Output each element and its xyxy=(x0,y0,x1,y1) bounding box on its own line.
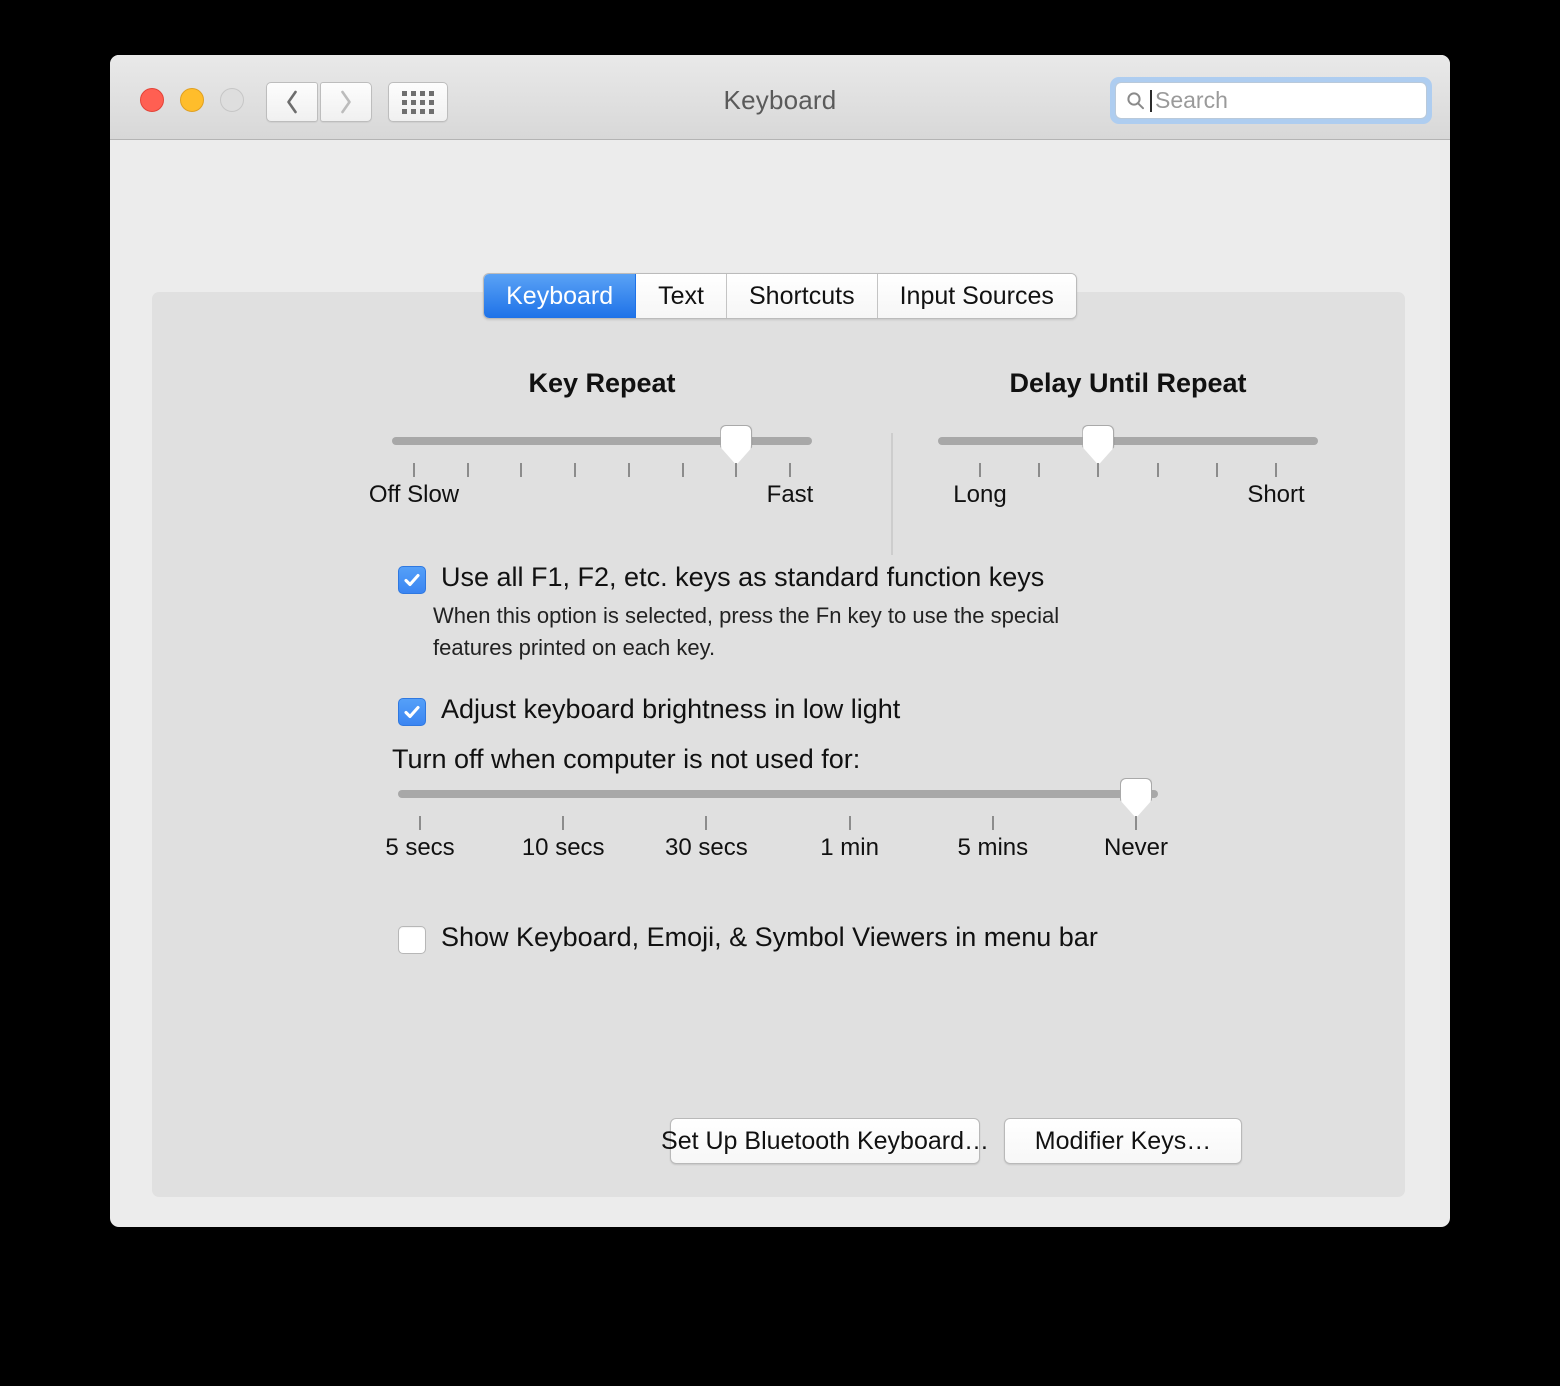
slider-tick xyxy=(1156,463,1159,477)
low-light-checkbox-row[interactable]: Adjust keyboard brightness in low light xyxy=(398,695,900,726)
fn-keys-help-line-2: features printed on each key. xyxy=(433,635,716,660)
slider-tick xyxy=(520,463,523,477)
modifier-keys-button[interactable]: Modifier Keys… xyxy=(1004,1118,1242,1164)
setup-bluetooth-keyboard-button[interactable]: Set Up Bluetooth Keyboard… xyxy=(661,1118,989,1164)
search-placeholder: Search xyxy=(1155,87,1228,113)
fn-keys-checkbox-row[interactable]: Use all F1, F2, etc. keys as standard fu… xyxy=(398,563,1044,594)
slider-tick-label: 30 secs xyxy=(665,834,748,861)
search-input[interactable]: Search xyxy=(1115,82,1427,119)
slider-tick-label: 10 secs xyxy=(521,834,605,861)
tab-bar-container: Keyboard Text Shortcuts Input Sources xyxy=(110,273,1450,319)
tab-text[interactable]: Text xyxy=(636,274,727,318)
fn-keys-label: Use all F1, F2, etc. keys as standard fu… xyxy=(441,562,1045,592)
delay-until-repeat-title: Delay Until Repeat xyxy=(1009,368,1247,398)
forward-button[interactable] xyxy=(320,82,372,122)
slider-tick-label: Never xyxy=(1103,834,1169,861)
search-icon xyxy=(1127,92,1144,110)
slider-tick-label: 5 mins xyxy=(957,834,1029,861)
slider-tick xyxy=(574,463,577,477)
backlight-timeout-section: 5 secs 10 secs 30 secs 1 min 5 mins Never xyxy=(385,778,1168,910)
slider-tick xyxy=(979,463,981,477)
backlight-timeout-slider[interactable]: 5 secs 10 secs 30 secs 1 min 5 mins Never xyxy=(385,778,1168,910)
slider-tick-label: Long xyxy=(953,481,1007,508)
slider-tick xyxy=(1215,463,1218,477)
checkmark-icon xyxy=(404,573,420,587)
slider-tick-label: 1 min xyxy=(820,834,879,861)
delay-until-repeat-section: Delay Until Repeat Long Short xyxy=(938,368,1318,537)
backlight-ticks xyxy=(398,816,1158,830)
window-content: Keyboard Text Shortcuts Input Sources Ke… xyxy=(110,140,1450,1227)
slider-tick xyxy=(1097,463,1100,477)
slider-tick xyxy=(1038,463,1041,477)
backlight-thumb[interactable] xyxy=(1120,778,1152,818)
key-repeat-ticks xyxy=(392,463,812,477)
menu-viewers-checkbox[interactable] xyxy=(398,926,426,954)
menu-viewers-checkbox-row[interactable]: Show Keyboard, Emoji, & Symbol Viewers i… xyxy=(398,923,1098,954)
low-light-label: Adjust keyboard brightness in low light xyxy=(441,694,901,724)
slider-tick xyxy=(419,816,421,830)
close-button[interactable] xyxy=(140,88,164,112)
key-repeat-section: Key Repeat Off Slow Fast xyxy=(369,368,814,537)
slider-tick xyxy=(627,463,630,477)
slider-tick xyxy=(848,816,851,830)
checkmark-icon xyxy=(404,705,420,719)
slider-tick xyxy=(1275,463,1277,477)
tab-input-sources[interactable]: Input Sources xyxy=(877,274,1076,318)
slider-tick xyxy=(413,463,415,477)
turn-off-after-label: Turn off when computer is not used for: xyxy=(392,744,861,774)
delay-until-repeat-slider[interactable]: Long Short xyxy=(938,425,1318,537)
slider-tick xyxy=(705,816,708,830)
slider-tick xyxy=(466,463,469,477)
back-button[interactable] xyxy=(266,82,318,122)
slider-tick xyxy=(735,463,738,477)
slider-divider xyxy=(891,433,893,555)
backlight-track xyxy=(398,790,1158,798)
slider-tick xyxy=(562,816,565,830)
chevron-left-icon xyxy=(287,90,297,114)
window-titlebar: Keyboard Search xyxy=(110,55,1450,140)
slider-tick-label: Short xyxy=(1247,481,1305,508)
slider-tick xyxy=(681,463,684,477)
slider-tick xyxy=(991,816,994,830)
tab-keyboard[interactable]: Keyboard xyxy=(484,274,637,318)
chevron-right-icon xyxy=(341,90,351,114)
delay-thumb[interactable] xyxy=(1082,425,1115,465)
tab-shortcuts[interactable]: Shortcuts xyxy=(727,274,878,318)
low-light-checkbox[interactable] xyxy=(398,698,426,726)
slider-tick-label: 5 secs xyxy=(385,834,455,861)
slider-tick xyxy=(1135,816,1137,830)
delay-track xyxy=(938,437,1318,445)
search-focus-ring: Search xyxy=(1110,77,1432,124)
fn-keys-checkbox[interactable] xyxy=(398,566,426,594)
tab-bar: Keyboard Text Shortcuts Input Sources xyxy=(483,273,1077,319)
key-repeat-slider[interactable]: Off Slow Fast xyxy=(369,425,814,537)
slider-tick-label: Fast xyxy=(766,481,814,508)
fn-keys-help-line-1: When this option is selected, press the … xyxy=(433,603,1060,628)
show-all-button[interactable] xyxy=(388,82,448,122)
slider-tick-label: Off Slow xyxy=(368,481,460,508)
text-caret xyxy=(1150,89,1152,112)
slider-tick xyxy=(789,463,791,477)
grid-dots-icon xyxy=(402,90,434,114)
delay-ticks xyxy=(938,463,1318,477)
key-repeat-title: Key Repeat xyxy=(528,368,676,398)
key-repeat-thumb[interactable] xyxy=(720,425,753,465)
maximize-button[interactable] xyxy=(220,88,244,112)
minimize-button[interactable] xyxy=(180,88,204,112)
menu-viewers-label: Show Keyboard, Emoji, & Symbol Viewers i… xyxy=(441,922,1098,952)
keyboard-preferences-window: Keyboard Search Keyboard Text Shortcuts … xyxy=(110,55,1450,1227)
